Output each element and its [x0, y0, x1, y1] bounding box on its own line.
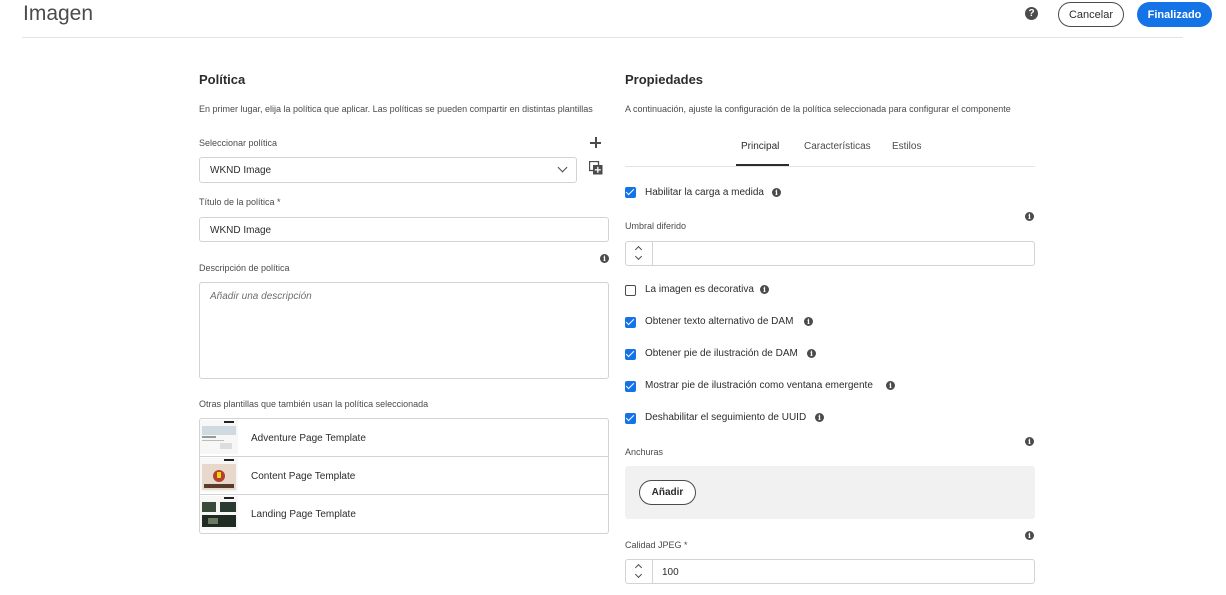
properties-section-title: Propiedades — [625, 72, 704, 87]
caption-popup-label: Mostrar pie de ilustración como ventana … — [645, 380, 873, 391]
uuid-tracking-checkbox[interactable] — [625, 413, 636, 424]
lazy-threshold-label: Umbral diferido — [625, 221, 687, 231]
policy-description: En primer lugar, elija la política que a… — [199, 104, 593, 114]
template-label: Landing Page Template — [251, 509, 356, 520]
caption-dam-label: Obtener pie de ilustración de DAM — [645, 348, 798, 359]
tab-underline — [736, 164, 789, 166]
lazy-loading-checkbox[interactable] — [625, 187, 636, 198]
chevron-down-icon — [557, 162, 568, 173]
policy-select-value: WKND Image — [210, 165, 272, 176]
alt-text-dam-label: Obtener texto alternativo de DAM — [645, 316, 794, 327]
cancel-button[interactable]: Cancelar — [1058, 2, 1124, 27]
info-icon[interactable]: i — [772, 188, 781, 197]
policy-title-input[interactable]: WKND Image — [199, 217, 609, 242]
properties-tabs: Principal Características Estilos — [625, 130, 1035, 167]
copy-icon[interactable] — [589, 161, 603, 175]
decorative-label: La imagen es decorativa — [645, 284, 754, 295]
lazy-threshold-stepper[interactable] — [626, 242, 653, 265]
caption-popup-checkbox[interactable] — [625, 381, 636, 392]
list-item[interactable]: Adventure Page Template — [200, 419, 608, 457]
template-label: Adventure Page Template — [251, 433, 366, 444]
jpeg-quality-value: 100 — [662, 567, 679, 578]
policy-title-label: Título de la política * — [199, 197, 281, 207]
template-label: Content Page Template — [251, 471, 356, 482]
chevron-down-icon[interactable] — [634, 252, 643, 261]
template-thumbnail — [200, 420, 238, 454]
jpeg-quality-input[interactable]: 100 — [625, 559, 1035, 584]
properties-description: A continuación, ajuste la configuración … — [625, 104, 1011, 114]
widths-multifield: Añadir — [625, 466, 1035, 519]
add-width-button[interactable]: Añadir — [639, 480, 696, 505]
select-policy-label: Seleccionar política — [199, 138, 278, 148]
widths-label: Anchuras — [625, 447, 664, 457]
help-icon[interactable]: ? — [1025, 7, 1038, 20]
tab-estilos[interactable]: Estilos — [892, 141, 921, 152]
policy-description-label: Descripción de política — [199, 263, 290, 273]
uuid-tracking-label: Deshabilitar el seguimiento de UUID — [645, 412, 807, 423]
policy-description-placeholder: Añadir una descripción — [210, 291, 312, 302]
info-icon[interactable]: i — [1025, 212, 1034, 221]
list-item[interactable]: Landing Page Template — [200, 495, 608, 533]
done-button[interactable]: Finalizado — [1137, 2, 1212, 27]
jpeg-quality-label: Calidad JPEG * — [625, 540, 688, 550]
top-bar: Imagen ? Cancelar Finalizado — [22, 0, 1212, 38]
lazy-threshold-input[interactable] — [625, 241, 1035, 266]
info-icon[interactable]: i — [886, 381, 895, 390]
page-title: Imagen — [23, 2, 94, 25]
info-icon[interactable]: i — [807, 349, 816, 358]
template-thumbnail — [200, 458, 238, 492]
info-icon[interactable]: i — [804, 317, 813, 326]
info-icon[interactable]: i — [600, 254, 609, 263]
policy-description-input[interactable]: Añadir una descripción — [199, 282, 609, 379]
jpeg-quality-stepper[interactable] — [626, 560, 653, 583]
tab-caracteristicas[interactable]: Características — [804, 141, 871, 152]
info-icon[interactable]: i — [815, 413, 824, 422]
plus-icon[interactable] — [590, 137, 601, 148]
alt-text-dam-checkbox[interactable] — [625, 317, 636, 328]
chevron-down-icon[interactable] — [634, 570, 643, 579]
other-templates-label: Otras plantillas que también usan la pol… — [199, 399, 429, 409]
tab-principal[interactable]: Principal — [741, 141, 779, 152]
policy-select[interactable]: WKND Image — [199, 157, 577, 183]
policy-section-title: Política — [199, 72, 246, 87]
template-list: Adventure Page Template Content Page Tem… — [199, 418, 609, 534]
info-icon[interactable]: i — [760, 285, 769, 294]
info-icon[interactable]: i — [1025, 531, 1034, 540]
decorative-checkbox[interactable] — [625, 285, 636, 296]
lazy-loading-label: Habilitar la carga a medida — [645, 187, 764, 198]
policy-title-value: WKND Image — [210, 225, 272, 236]
template-thumbnail — [200, 496, 238, 530]
list-item[interactable]: Content Page Template — [200, 457, 608, 495]
info-icon[interactable]: i — [1025, 437, 1034, 446]
caption-dam-checkbox[interactable] — [625, 349, 636, 360]
